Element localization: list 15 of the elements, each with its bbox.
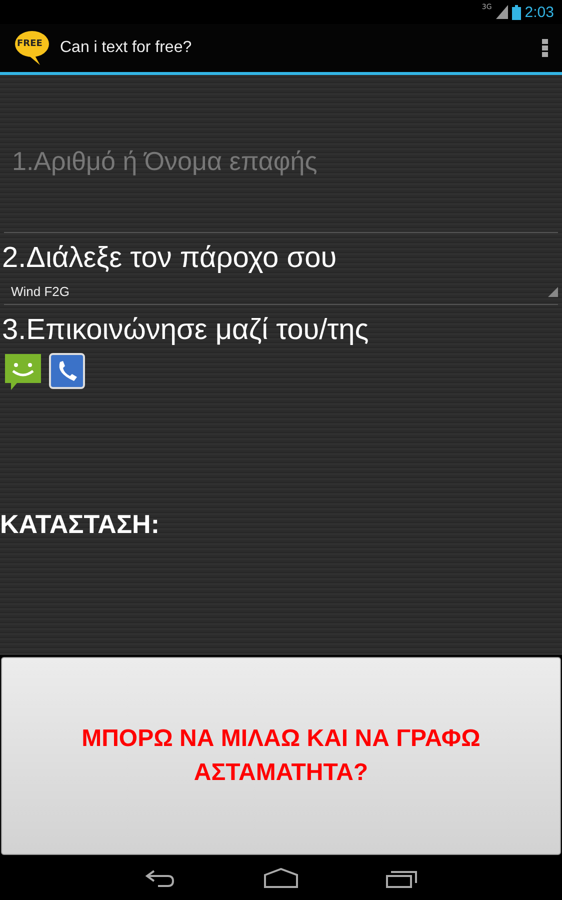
provider-heading: 2.Διάλεξε τον πάροχο σου: [1, 241, 338, 275]
home-icon[interactable]: [264, 868, 298, 888]
signal-icon: [496, 5, 508, 19]
clock: 2:03: [524, 4, 554, 20]
back-icon[interactable]: [144, 868, 176, 888]
overflow-menu-icon[interactable]: [542, 39, 548, 57]
message-icon[interactable]: [3, 353, 43, 391]
contact-input[interactable]: 1.Αριθμό ή Όνομα επαφής: [4, 111, 558, 233]
battery-icon: [512, 4, 521, 20]
dropdown-corner-icon: [548, 286, 558, 296]
app-title: Can i text for free?: [60, 39, 193, 57]
status-label: ΚΑΤΑΣΤΑΣΗ:: [0, 509, 160, 540]
phone-icon[interactable]: [49, 353, 85, 389]
contact-heading: 3.Επικοινώνησε μαζί του/της: [1, 313, 370, 347]
provider-dropdown[interactable]: Wind F2G: [4, 279, 558, 305]
